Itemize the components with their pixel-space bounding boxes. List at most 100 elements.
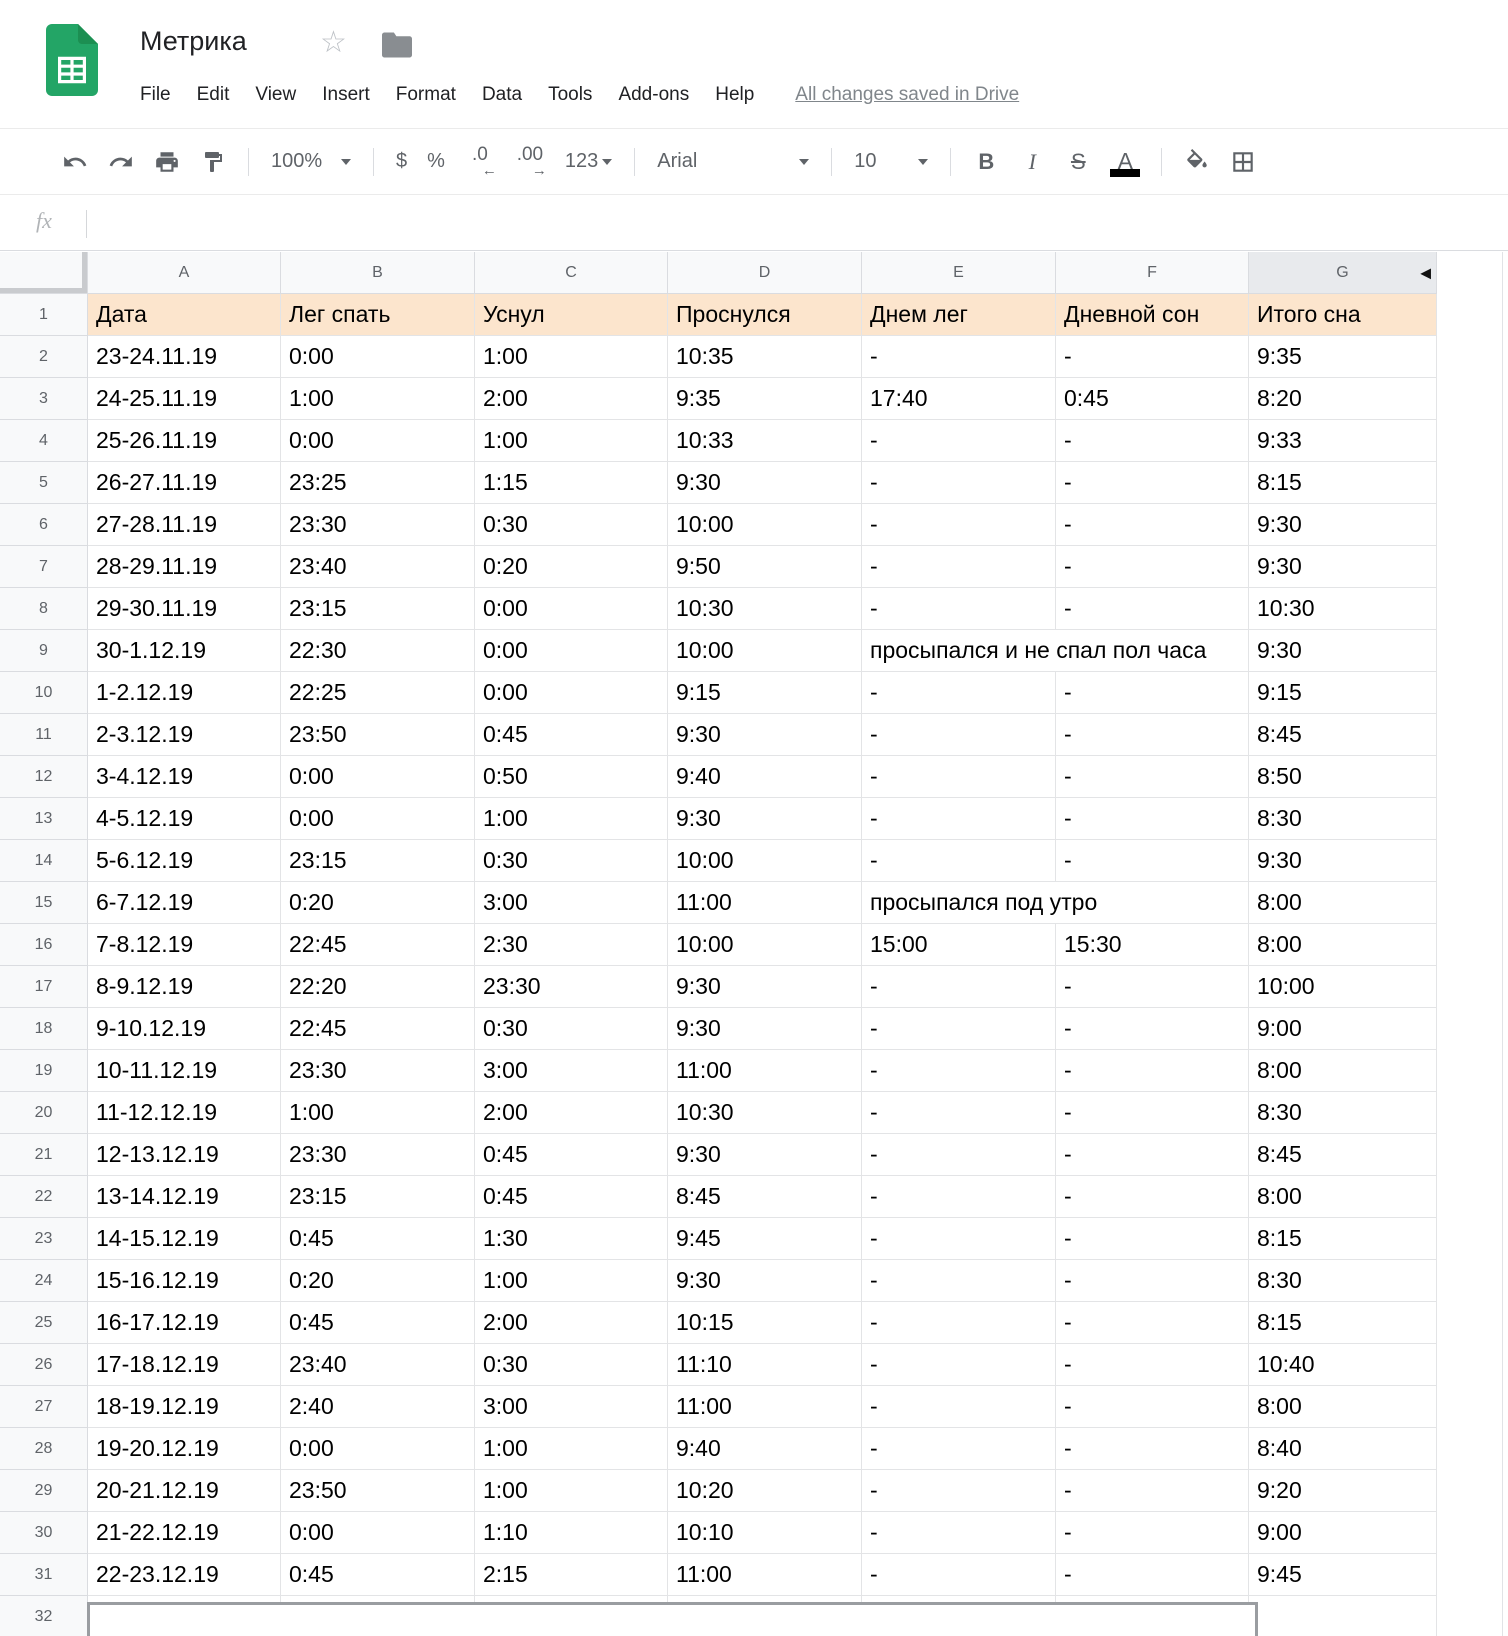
cell[interactable]: 27-28.11.19 (88, 504, 281, 546)
cell[interactable]: 9:33 (1249, 420, 1437, 462)
cell[interactable]: 9:45 (668, 1218, 862, 1260)
save-status-link[interactable]: All changes saved in Drive (795, 84, 1019, 106)
borders-button[interactable] (1220, 140, 1266, 184)
cell[interactable]: 10-11.12.19 (88, 1050, 281, 1092)
row-header-6[interactable]: 6 (0, 504, 88, 546)
cell[interactable]: 10:00 (1249, 966, 1437, 1008)
cell[interactable]: 8:45 (1249, 714, 1437, 756)
cell[interactable]: 9:35 (668, 378, 862, 420)
cell[interactable]: - (862, 1386, 1056, 1428)
cell[interactable]: 0:00 (281, 756, 475, 798)
cell[interactable]: 9:15 (668, 672, 862, 714)
cell[interactable]: 0:20 (475, 546, 668, 588)
cell[interactable]: 23:25 (281, 462, 475, 504)
cell[interactable]: - (862, 1470, 1056, 1512)
cell[interactable]: 0:30 (475, 504, 668, 546)
cell[interactable]: 9:40 (668, 756, 862, 798)
cell[interactable]: - (1056, 1512, 1249, 1554)
cell[interactable]: 10:20 (668, 1470, 862, 1512)
row-header-2[interactable]: 2 (0, 336, 88, 378)
cell[interactable]: 23:15 (281, 588, 475, 630)
menu-edit[interactable]: Edit (184, 80, 243, 110)
row-header-9[interactable]: 9 (0, 630, 88, 672)
cell[interactable]: - (862, 714, 1056, 756)
cell[interactable]: 7-8.12.19 (88, 924, 281, 966)
cell[interactable]: - (1056, 1386, 1249, 1428)
cell[interactable]: 14-15.12.19 (88, 1218, 281, 1260)
cell[interactable]: 10:30 (668, 1092, 862, 1134)
print-button[interactable] (144, 140, 190, 184)
cell[interactable]: 17:40 (862, 378, 1056, 420)
cell[interactable]: 15:00 (862, 924, 1056, 966)
menu-insert[interactable]: Insert (309, 80, 383, 110)
cell[interactable]: 9:30 (668, 1134, 862, 1176)
row-header-18[interactable]: 18 (0, 1008, 88, 1050)
paint-format-button[interactable] (190, 140, 236, 184)
cell[interactable]: 8:00 (1249, 1050, 1437, 1092)
row-header-29[interactable]: 29 (0, 1470, 88, 1512)
cell[interactable]: - (1056, 1218, 1249, 1260)
cell[interactable]: - (1056, 798, 1249, 840)
column-header-B[interactable]: B (281, 252, 475, 294)
header-cell[interactable]: Дата (88, 294, 281, 336)
cell[interactable]: - (1056, 504, 1249, 546)
format-currency-button[interactable]: $ (386, 140, 417, 184)
cell[interactable]: 9:30 (1249, 504, 1437, 546)
select-all-corner[interactable] (0, 252, 88, 294)
cell[interactable]: 23:40 (281, 1344, 475, 1386)
cell[interactable]: 23:15 (281, 840, 475, 882)
row-header-14[interactable]: 14 (0, 840, 88, 882)
cell[interactable]: - (862, 840, 1056, 882)
cell[interactable]: 3:00 (475, 1386, 668, 1428)
cell[interactable]: 0:45 (1056, 378, 1249, 420)
cell[interactable]: - (862, 1260, 1056, 1302)
cell[interactable]: 1:00 (475, 336, 668, 378)
cell[interactable]: 1:10 (475, 1512, 668, 1554)
cell[interactable]: 23-24.11.19 (88, 336, 281, 378)
row-header-32[interactable]: 32 (0, 1596, 88, 1636)
cell[interactable]: 17-18.12.19 (88, 1344, 281, 1386)
cell[interactable]: - (1056, 546, 1249, 588)
cell[interactable]: 10:15 (668, 1302, 862, 1344)
cell[interactable]: 10:00 (668, 504, 862, 546)
cell[interactable]: 9:35 (1249, 336, 1437, 378)
font-family-select[interactable]: Arial (647, 140, 819, 184)
text-color-button[interactable]: A (1101, 140, 1149, 184)
cell[interactable]: 0:20 (281, 882, 475, 924)
hidden-columns-indicator-icon[interactable]: ◀ (1420, 264, 1431, 281)
cell[interactable]: 2:30 (475, 924, 668, 966)
cell[interactable]: 9-10.12.19 (88, 1008, 281, 1050)
cell[interactable]: 10:35 (668, 336, 862, 378)
row-header-25[interactable]: 25 (0, 1302, 88, 1344)
cell[interactable]: 23:15 (281, 1176, 475, 1218)
column-header-G[interactable]: G ◀ (1249, 252, 1437, 294)
cell[interactable]: 8:15 (1249, 462, 1437, 504)
row-header-27[interactable]: 27 (0, 1386, 88, 1428)
cell[interactable]: 11:00 (668, 1386, 862, 1428)
cell[interactable]: - (1056, 840, 1249, 882)
cell[interactable]: - (862, 1302, 1056, 1344)
cell[interactable]: 28-29.11.19 (88, 546, 281, 588)
cell[interactable]: 0:00 (281, 798, 475, 840)
cell[interactable]: 11:10 (668, 1344, 862, 1386)
cell[interactable]: - (1056, 966, 1249, 1008)
cell[interactable]: 25-26.11.19 (88, 420, 281, 462)
row-header-17[interactable]: 17 (0, 966, 88, 1008)
cell[interactable]: 11-12.12.19 (88, 1092, 281, 1134)
move-to-folder-icon[interactable] (382, 32, 412, 63)
cell[interactable]: 4-5.12.19 (88, 798, 281, 840)
row-header-4[interactable]: 4 (0, 420, 88, 462)
cell[interactable]: 23:30 (475, 966, 668, 1008)
row-header-31[interactable]: 31 (0, 1554, 88, 1596)
cell[interactable]: 10:30 (1249, 588, 1437, 630)
cell[interactable]: - (1056, 462, 1249, 504)
cell[interactable]: 0:30 (475, 840, 668, 882)
cell[interactable]: 9:30 (668, 798, 862, 840)
decrease-decimal-button[interactable]: .0 ← (455, 140, 505, 184)
row-header-12[interactable]: 12 (0, 756, 88, 798)
cell[interactable]: 9:30 (668, 966, 862, 1008)
row-header-3[interactable]: 3 (0, 378, 88, 420)
cell[interactable]: 9:30 (1249, 546, 1437, 588)
cell[interactable]: 3-4.12.19 (88, 756, 281, 798)
cell[interactable]: 8:00 (1249, 924, 1437, 966)
